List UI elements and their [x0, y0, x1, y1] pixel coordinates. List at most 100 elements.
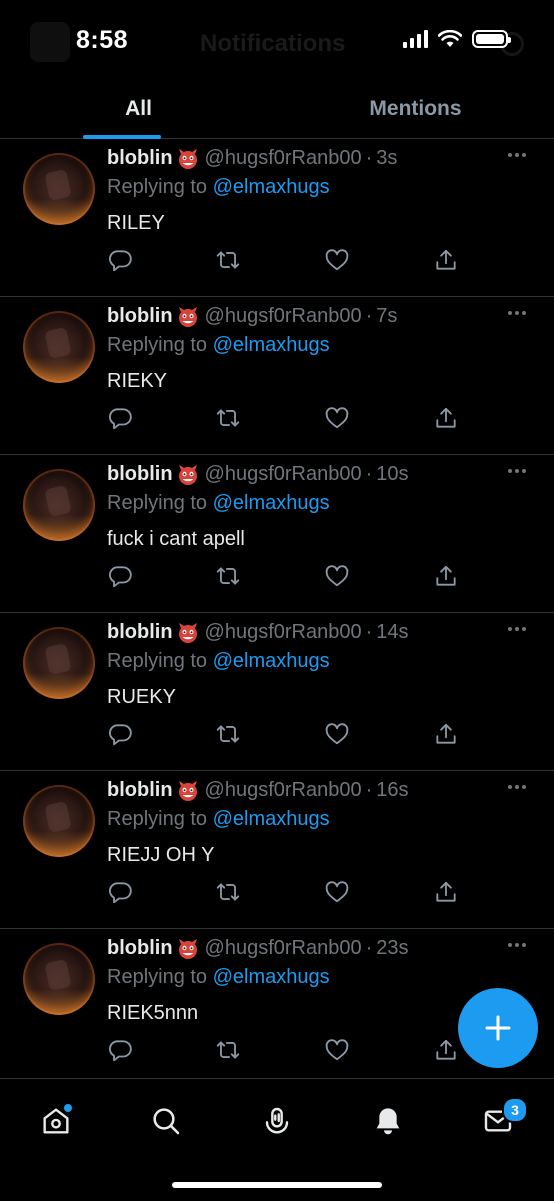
display-name[interactable]: bloblin — [107, 147, 173, 170]
status-bar: Notifications 8:58 — [0, 0, 554, 80]
replying-to: Replying to @elmaxhugs — [107, 808, 330, 831]
nav-home[interactable] — [36, 1101, 76, 1141]
tweet-text: RIEK5nnn — [107, 1002, 199, 1024]
share-icon[interactable] — [433, 1037, 459, 1063]
tweet-actions — [107, 563, 467, 591]
tweet[interactable]: bloblin @hugsf0rRanb00 · 10s Replying to — [0, 455, 554, 613]
tweet-text: RUEKY — [107, 686, 176, 708]
compose-tweet-button[interactable] — [458, 988, 538, 1068]
more-options-icon[interactable] — [508, 785, 526, 789]
tab-mentions-label: Mentions — [369, 97, 462, 120]
replying-to-mention[interactable]: @elmaxhugs — [213, 650, 330, 672]
nav-search[interactable] — [146, 1101, 186, 1141]
timestamp: 23s — [376, 937, 409, 959]
user-handle[interactable]: @hugsf0rRanb00 — [205, 779, 362, 802]
avatar[interactable] — [23, 153, 95, 225]
user-handle[interactable]: @hugsf0rRanb00 — [205, 147, 362, 170]
reply-icon[interactable] — [107, 721, 133, 747]
tweet-actions — [107, 1037, 467, 1065]
like-icon[interactable] — [324, 879, 350, 905]
display-name[interactable]: bloblin — [107, 463, 173, 486]
user-handle[interactable]: @hugsf0rRanb00 — [205, 305, 362, 328]
replying-to: Replying to @elmaxhugs — [107, 966, 330, 989]
avatar[interactable] — [23, 627, 95, 699]
avatar[interactable] — [23, 311, 95, 383]
like-icon[interactable] — [324, 405, 350, 431]
replying-to-label: Replying to — [107, 808, 208, 830]
replying-to-mention[interactable]: @elmaxhugs — [213, 176, 330, 198]
nav-spaces[interactable] — [257, 1101, 297, 1141]
tweet[interactable]: bloblin @hugsf0rRanb00 · 3s Replying to — [0, 139, 554, 297]
tab-all[interactable]: All — [0, 80, 277, 138]
share-icon[interactable] — [433, 879, 459, 905]
user-handle[interactable]: @hugsf0rRanb00 — [205, 621, 362, 644]
share-icon[interactable] — [433, 563, 459, 589]
reply-icon[interactable] — [107, 563, 133, 589]
like-icon[interactable] — [324, 247, 350, 273]
tweet[interactable]: bloblin @hugsf0rRanb00 · 14s Replying to — [0, 613, 554, 771]
more-options-icon[interactable] — [508, 627, 526, 631]
tweet-actions — [107, 879, 467, 907]
replying-to: Replying to @elmaxhugs — [107, 492, 330, 515]
home-unread-dot — [64, 1104, 72, 1112]
reply-icon[interactable] — [107, 405, 133, 431]
retweet-icon[interactable] — [215, 563, 241, 589]
nav-notifications[interactable] — [368, 1101, 408, 1141]
tweet-header: bloblin @hugsf0rRanb00 · 14s — [107, 621, 409, 644]
avatar[interactable] — [23, 785, 95, 857]
notifications-icon — [376, 1108, 400, 1135]
profile-avatar[interactable] — [30, 22, 70, 62]
retweet-icon[interactable] — [215, 1037, 241, 1063]
replying-to-label: Replying to — [107, 176, 208, 198]
display-name[interactable]: bloblin — [107, 621, 173, 644]
spaces-icon — [265, 1107, 289, 1134]
like-icon[interactable] — [324, 1037, 350, 1063]
retweet-icon[interactable] — [215, 879, 241, 905]
tweet-text: RILEY — [107, 212, 165, 234]
user-handle[interactable]: @hugsf0rRanb00 — [205, 463, 362, 486]
more-options-icon[interactable] — [508, 153, 526, 157]
replying-to-mention[interactable]: @elmaxhugs — [213, 334, 330, 356]
more-options-icon[interactable] — [508, 469, 526, 473]
avatar[interactable] — [23, 469, 95, 541]
timestamp: 3s — [376, 147, 398, 169]
replying-to-label: Replying to — [107, 334, 208, 356]
more-options-icon[interactable] — [508, 943, 526, 947]
tweet[interactable]: bloblin @hugsf0rRanb00 · 16s Replying to — [0, 771, 554, 929]
retweet-icon[interactable] — [215, 247, 241, 273]
notification-tabs: All Mentions — [0, 80, 554, 139]
replying-to-mention[interactable]: @elmaxhugs — [213, 492, 330, 514]
tweet-header: bloblin @hugsf0rRanb00 · 10s — [107, 463, 409, 486]
separator-dot: · — [365, 779, 373, 801]
avatar[interactable] — [23, 943, 95, 1015]
separator-dot: · — [365, 147, 373, 169]
user-handle[interactable]: @hugsf0rRanb00 — [205, 937, 362, 960]
replying-to-mention[interactable]: @elmaxhugs — [213, 966, 330, 988]
tweet-header: bloblin @hugsf0rRanb00 · 23s — [107, 937, 409, 960]
tweet-header: bloblin @hugsf0rRanb00 · 7s — [107, 305, 397, 328]
like-icon[interactable] — [324, 721, 350, 747]
replying-to-mention[interactable]: @elmaxhugs — [213, 808, 330, 830]
home-indicator[interactable] — [172, 1182, 382, 1188]
display-name[interactable]: bloblin — [107, 305, 173, 328]
share-icon[interactable] — [433, 247, 459, 273]
display-name[interactable]: bloblin — [107, 937, 173, 960]
timestamp: 10s — [376, 463, 409, 485]
retweet-icon[interactable] — [215, 721, 241, 747]
more-options-icon[interactable] — [508, 311, 526, 315]
tab-mentions[interactable]: Mentions — [277, 80, 554, 138]
tweet[interactable]: bloblin @hugsf0rRanb00 · 7s Replying to — [0, 297, 554, 455]
like-icon[interactable] — [324, 563, 350, 589]
tweet-actions — [107, 247, 467, 275]
notifications-feed[interactable]: bloblin @hugsf0rRanb00 · 3s Replying to — [0, 139, 554, 1077]
reply-icon[interactable] — [107, 247, 133, 273]
share-icon[interactable] — [433, 405, 459, 431]
reply-icon[interactable] — [107, 1037, 133, 1063]
tweet-header: bloblin @hugsf0rRanb00 · 3s — [107, 147, 397, 170]
retweet-icon[interactable] — [215, 405, 241, 431]
display-name[interactable]: bloblin — [107, 779, 173, 802]
nav-messages[interactable]: 3 — [478, 1097, 528, 1141]
share-icon[interactable] — [433, 721, 459, 747]
status-icons — [403, 30, 511, 48]
reply-icon[interactable] — [107, 879, 133, 905]
